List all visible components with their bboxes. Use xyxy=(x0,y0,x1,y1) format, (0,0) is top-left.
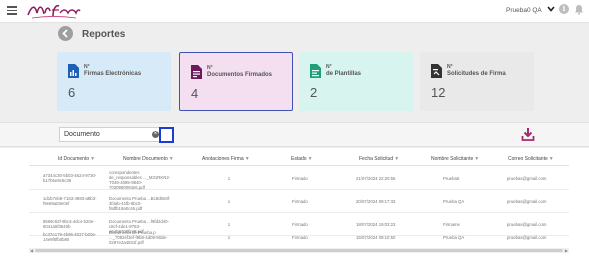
cell-date: 21/07/2024 22:20:55 xyxy=(356,176,396,181)
card-label: N° Firmas Electrónicas xyxy=(84,64,142,77)
template-icon xyxy=(310,64,321,78)
card-label: N° Solicitudes de Firma xyxy=(447,64,506,77)
card-documentos-firmados[interactable]: N° Documentos Firmados 4 xyxy=(179,52,293,111)
cell-requester: Prueba0 xyxy=(443,176,460,181)
column-header-correo[interactable]: Correo Solicitante▼ xyxy=(508,156,554,162)
user-name: Prueba0 QA xyxy=(506,7,542,14)
cell-requester: Firmame xyxy=(443,222,460,227)
document-chart-icon xyxy=(68,64,79,78)
clear-search-icon[interactable]: × xyxy=(152,131,159,138)
card-plantillas[interactable]: N° de Plantillas 2 xyxy=(299,52,413,111)
card-value: 4 xyxy=(191,86,199,101)
arrow-left-icon xyxy=(62,29,68,38)
cell-email: pruebas@gmail.com xyxy=(507,235,547,240)
logo xyxy=(27,4,81,19)
card-solicitudes-firma[interactable]: N° Solicitudes de Firma 12 xyxy=(420,52,534,111)
document-request-icon xyxy=(431,64,442,78)
cell-requester: Prueba QA xyxy=(443,235,465,240)
page-title: Reportes xyxy=(82,29,126,40)
cell-notes: 1 xyxy=(227,222,231,227)
cell-notes: 1 xyxy=(227,176,231,181)
card-label: N° Documentos Firmados xyxy=(207,65,273,78)
card-value: 2 xyxy=(310,85,318,100)
search-input[interactable] xyxy=(59,127,162,142)
download-icon[interactable] xyxy=(521,127,535,141)
cell-email: pruebas@gmail.com xyxy=(507,199,547,204)
column-header-fecha[interactable]: Fecha Solicitud▼ xyxy=(359,156,399,162)
cell-status: Firmado xyxy=(292,199,308,204)
cell-notes: 1 xyxy=(227,235,231,240)
chevron-down-icon[interactable] xyxy=(546,4,556,14)
scroll-right-icon[interactable]: ▶ xyxy=(565,248,568,253)
cell-date: 15/07/2024 09:10:50 xyxy=(356,235,396,240)
cell-email: pruebas@gmail.com xyxy=(507,222,547,227)
cell-id: 1d1b7eb8-7163-4983-a8b3-f9e69a03e0ef xyxy=(43,196,97,206)
cell-status: Firmado xyxy=(292,176,308,181)
cell-status: Firmado xyxy=(292,235,308,240)
menu-icon[interactable] xyxy=(7,6,17,15)
back-button[interactable] xyxy=(58,26,73,41)
card-firmas-electronicas[interactable]: N° Firmas Electrónicas 6 xyxy=(57,52,171,111)
cell-name: Documento Prueba ...Bc8d0e8f-3f4ab-41fb-… xyxy=(109,196,171,211)
cell-name: corespondentes de_responsables ..._M31RK… xyxy=(109,170,171,190)
cell-date: 18/07/2024 19:03:23 xyxy=(356,222,396,227)
cell-id: bc37e179-4b96-4027-b00e-14e9f5fb0b80 xyxy=(43,232,97,242)
column-header-id[interactable]: Id Documento▼ xyxy=(58,156,95,162)
table-row[interactable]: bc37e179-4b96-4027-b00e-14e9f5fb0b80 Doc… xyxy=(29,228,569,247)
info-icon[interactable]: i xyxy=(559,4,569,14)
column-header-nombre[interactable]: Nombre Documento▼ xyxy=(123,156,174,162)
header-divider xyxy=(29,165,569,166)
documents-table: Id Documento▼ Nombre Documento▼ Anotacio… xyxy=(0,148,589,257)
cell-status: Firmado xyxy=(292,222,308,227)
card-value: 6 xyxy=(68,85,76,100)
column-header-solicitante[interactable]: Nombre Solicitante▼ xyxy=(431,156,479,162)
search-button[interactable] xyxy=(159,127,174,143)
cell-id: a7344c30-5b03-4624-9730-b17b5e9c6c36 xyxy=(43,173,97,183)
card-value: 12 xyxy=(431,85,446,100)
cell-notes: 1 xyxy=(227,199,231,204)
document-icon xyxy=(191,65,202,79)
cell-requester: Prueba QA xyxy=(443,199,465,204)
card-label: N° de Plantillas xyxy=(326,64,362,77)
scrollbar-thumb[interactable] xyxy=(35,249,563,252)
horizontal-scrollbar[interactable]: ◀ ▶ xyxy=(29,248,569,253)
cell-date: 20/07/2024 09:17:33 xyxy=(356,199,396,204)
top-bar: Prueba0 QA i xyxy=(0,0,589,23)
cell-name: Documento de Prueba.p ..._7082ef3ef-f8b8… xyxy=(109,230,168,245)
column-header-anotaciones[interactable]: Anotaciones Firma▼ xyxy=(202,156,250,162)
table-row[interactable]: a7344c30-5b03-4624-9730-b17b5e9c6c36 cor… xyxy=(29,167,569,190)
table-row[interactable]: 1d1b7eb8-7163-4983-a8b3-f9e69a03e0ef Doc… xyxy=(29,190,569,213)
filter-bar: × xyxy=(0,122,589,147)
scroll-left-icon[interactable]: ◀ xyxy=(30,248,33,253)
column-header-estado[interactable]: Estado▼ xyxy=(291,156,313,162)
bell-icon[interactable] xyxy=(574,4,584,15)
cell-email: pruebas@gmail.com xyxy=(507,176,547,181)
